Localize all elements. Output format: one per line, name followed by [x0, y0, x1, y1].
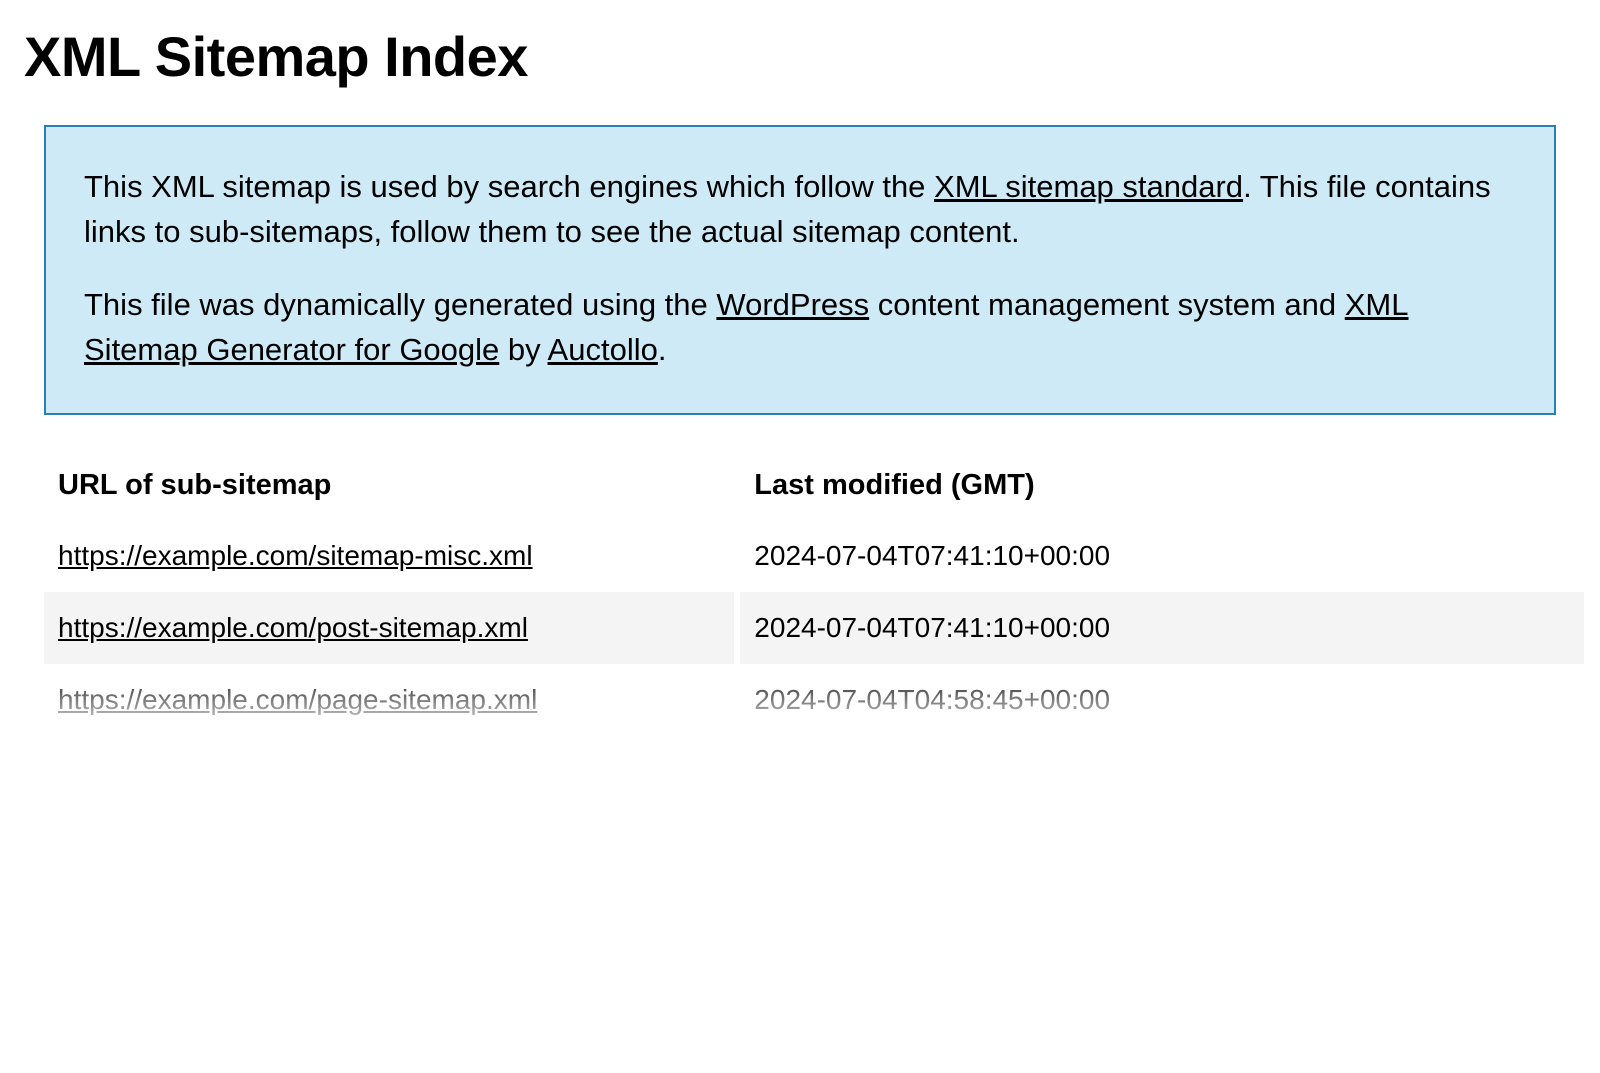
table-header-row: URL of sub-sitemap Last modified (GMT)	[44, 451, 1584, 520]
sitemap-url-link[interactable]: https://example.com/sitemap-misc.xml	[58, 540, 533, 571]
table-row: https://example.com/page-sitemap.xml 202…	[44, 664, 1584, 736]
wordpress-link[interactable]: WordPress	[716, 287, 869, 322]
intro-p2-before: This file was dynamically generated usin…	[84, 287, 716, 322]
intro-p1-text: This XML sitemap is used by search engin…	[84, 169, 934, 204]
table-row: https://example.com/sitemap-misc.xml 202…	[44, 520, 1584, 592]
table-header-modified: Last modified (GMT)	[740, 451, 1584, 520]
intro-paragraph-2: This file was dynamically generated usin…	[84, 283, 1516, 373]
intro-paragraph-1: This XML sitemap is used by search engin…	[84, 165, 1516, 255]
sitemap-url-link[interactable]: https://example.com/page-sitemap.xml	[58, 684, 537, 715]
sitemap-table: URL of sub-sitemap Last modified (GMT) h…	[38, 451, 1590, 736]
sitemap-url-link[interactable]: https://example.com/post-sitemap.xml	[58, 612, 528, 643]
intro-p2-end: .	[658, 332, 667, 367]
page-title: XML Sitemap Index	[24, 24, 1576, 89]
sitemap-modified: 2024-07-04T07:41:10+00:00	[740, 592, 1584, 664]
table-header-url: URL of sub-sitemap	[44, 451, 734, 520]
xml-sitemap-standard-link[interactable]: XML sitemap standard	[934, 169, 1243, 204]
intro-p2-by: by	[499, 332, 547, 367]
auctollo-link[interactable]: Auctollo	[548, 332, 658, 367]
table-row: https://example.com/post-sitemap.xml 202…	[44, 592, 1584, 664]
intro-p2-mid: content management system and	[869, 287, 1345, 322]
sitemap-modified: 2024-07-04T07:41:10+00:00	[740, 520, 1584, 592]
sitemap-modified: 2024-07-04T04:58:45+00:00	[740, 664, 1584, 736]
intro-box: This XML sitemap is used by search engin…	[44, 125, 1556, 415]
